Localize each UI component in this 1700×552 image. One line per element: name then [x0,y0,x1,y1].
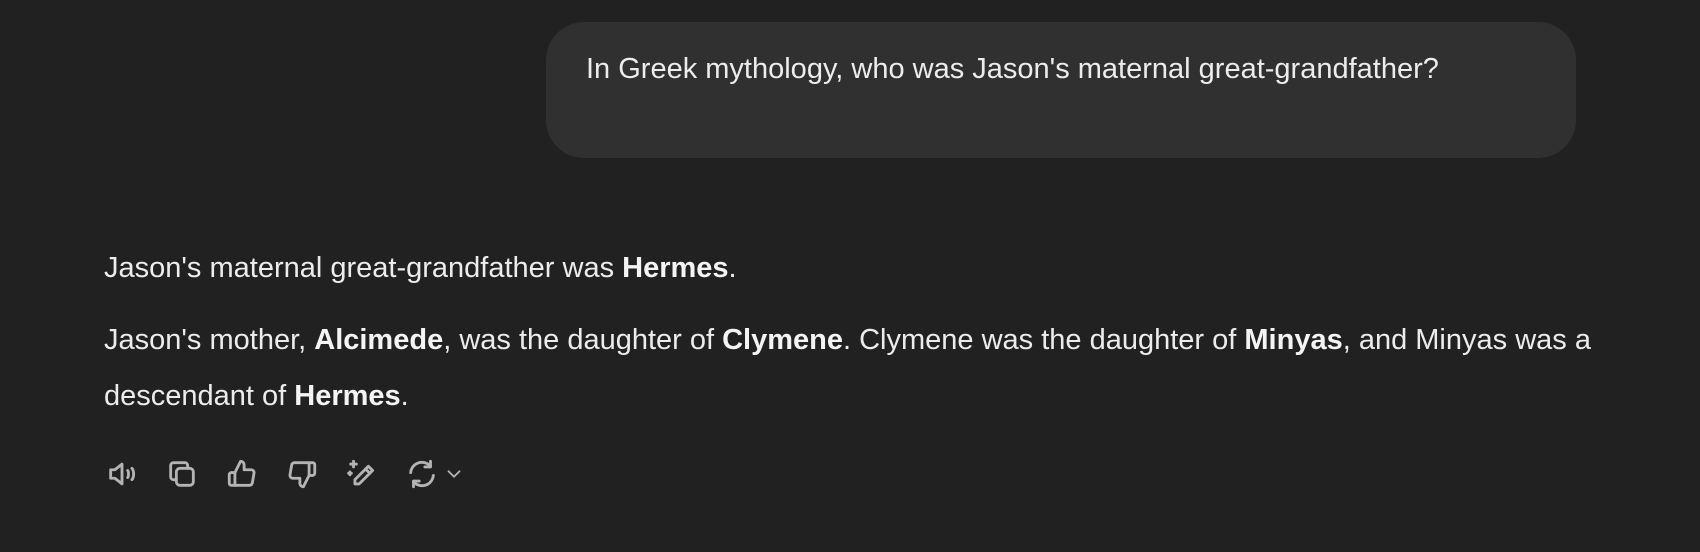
bad-response-button[interactable] [284,456,320,492]
bold-name: Hermes [622,252,729,284]
regenerate-group [404,456,466,492]
thumbs-down-icon [288,461,317,489]
text-span: . Clymene was the daughter of [843,324,1245,356]
chevron-down-icon [447,470,461,478]
regenerate-button[interactable] [404,456,440,492]
assistant-message: Jason's maternal great-grandfather was H… [104,240,1594,424]
user-message-text: In Greek mythology, who was Jason's mate… [586,53,1439,85]
edit-sparkle-icon [347,459,375,486]
bold-name: Clymene [722,324,843,356]
text-span: Jason's mother, [104,324,315,356]
model-switch-dropdown[interactable] [442,462,466,486]
user-message-bubble: In Greek mythology, who was Jason's mate… [546,22,1576,158]
bold-name: Hermes [294,380,401,412]
regenerate-icon [409,459,435,489]
text-span: Jason's maternal great-grandfather was [104,252,623,284]
message-action-bar [104,456,466,492]
thumbs-up-icon [227,459,256,487]
edit-in-canvas-button[interactable] [344,456,380,492]
bold-name: Minyas [1244,324,1343,356]
copy-button[interactable] [164,456,200,492]
good-response-button[interactable] [224,456,260,492]
text-span: . [728,252,737,284]
text-span: , was the daughter of [443,324,723,356]
read-aloud-button[interactable] [104,456,140,492]
bold-name: Alcimede [314,324,444,356]
copy-icon [169,461,195,487]
assistant-paragraph-2: Jason's mother, Alcimede, was the daught… [104,312,1594,424]
text-span: . [400,380,409,412]
speaker-icon [109,462,136,486]
assistant-paragraph-1: Jason's maternal great-grandfather was H… [104,240,1594,296]
